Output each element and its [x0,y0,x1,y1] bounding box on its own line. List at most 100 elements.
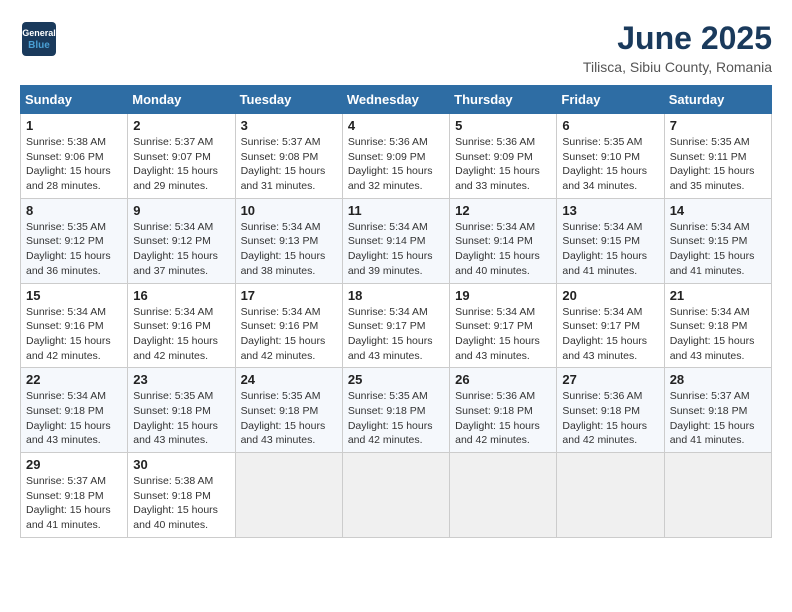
day-number: 14 [670,203,766,218]
calendar-day-7: 7 Sunrise: 5:35 AM Sunset: 9:11 PM Dayli… [664,114,771,199]
calendar-day-15: 15 Sunrise: 5:34 AM Sunset: 9:16 PM Dayl… [21,283,128,368]
day-number: 13 [562,203,658,218]
day-info: Sunrise: 5:34 AM Sunset: 9:12 PM Dayligh… [133,220,229,279]
day-info: Sunrise: 5:34 AM Sunset: 9:17 PM Dayligh… [562,305,658,364]
day-number: 27 [562,372,658,387]
calendar-day-4: 4 Sunrise: 5:36 AM Sunset: 9:09 PM Dayli… [342,114,449,199]
day-info: Sunrise: 5:34 AM Sunset: 9:13 PM Dayligh… [241,220,337,279]
calendar-day-18: 18 Sunrise: 5:34 AM Sunset: 9:17 PM Dayl… [342,283,449,368]
day-info: Sunrise: 5:37 AM Sunset: 9:08 PM Dayligh… [241,135,337,194]
calendar-day-9: 9 Sunrise: 5:34 AM Sunset: 9:12 PM Dayli… [128,198,235,283]
logo-icon: General Blue [20,20,58,58]
calendar-week-row: 1 Sunrise: 5:38 AM Sunset: 9:06 PM Dayli… [21,114,772,199]
header-sunday: Sunday [21,86,128,114]
day-info: Sunrise: 5:35 AM Sunset: 9:18 PM Dayligh… [241,389,337,448]
day-info: Sunrise: 5:34 AM Sunset: 9:18 PM Dayligh… [670,305,766,364]
calendar-table: Sunday Monday Tuesday Wednesday Thursday… [20,85,772,538]
header-monday: Monday [128,86,235,114]
calendar-day-8: 8 Sunrise: 5:35 AM Sunset: 9:12 PM Dayli… [21,198,128,283]
calendar-day-5: 5 Sunrise: 5:36 AM Sunset: 9:09 PM Dayli… [450,114,557,199]
day-info: Sunrise: 5:38 AM Sunset: 9:18 PM Dayligh… [133,474,229,533]
calendar-day-13: 13 Sunrise: 5:34 AM Sunset: 9:15 PM Dayl… [557,198,664,283]
day-number: 21 [670,288,766,303]
calendar-day-22: 22 Sunrise: 5:34 AM Sunset: 9:18 PM Dayl… [21,368,128,453]
calendar-header-row: Sunday Monday Tuesday Wednesday Thursday… [21,86,772,114]
calendar-day-6: 6 Sunrise: 5:35 AM Sunset: 9:10 PM Dayli… [557,114,664,199]
calendar-day-28: 28 Sunrise: 5:37 AM Sunset: 9:18 PM Dayl… [664,368,771,453]
day-info: Sunrise: 5:34 AM Sunset: 9:18 PM Dayligh… [26,389,122,448]
calendar-day-23: 23 Sunrise: 5:35 AM Sunset: 9:18 PM Dayl… [128,368,235,453]
day-info: Sunrise: 5:34 AM Sunset: 9:16 PM Dayligh… [26,305,122,364]
day-info: Sunrise: 5:34 AM Sunset: 9:17 PM Dayligh… [455,305,551,364]
day-info: Sunrise: 5:37 AM Sunset: 9:18 PM Dayligh… [670,389,766,448]
day-number: 26 [455,372,551,387]
day-info: Sunrise: 5:36 AM Sunset: 9:18 PM Dayligh… [455,389,551,448]
page-header: General Blue June 2025 Tilisca, Sibiu Co… [20,20,772,75]
calendar-day-16: 16 Sunrise: 5:34 AM Sunset: 9:16 PM Dayl… [128,283,235,368]
calendar-day-26: 26 Sunrise: 5:36 AM Sunset: 9:18 PM Dayl… [450,368,557,453]
day-number: 6 [562,118,658,133]
calendar-empty-cell [342,453,449,538]
day-number: 4 [348,118,444,133]
day-number: 3 [241,118,337,133]
day-info: Sunrise: 5:35 AM Sunset: 9:10 PM Dayligh… [562,135,658,194]
day-info: Sunrise: 5:35 AM Sunset: 9:18 PM Dayligh… [133,389,229,448]
calendar-day-1: 1 Sunrise: 5:38 AM Sunset: 9:06 PM Dayli… [21,114,128,199]
day-number: 15 [26,288,122,303]
calendar-week-row: 29 Sunrise: 5:37 AM Sunset: 9:18 PM Dayl… [21,453,772,538]
day-number: 19 [455,288,551,303]
header-wednesday: Wednesday [342,86,449,114]
calendar-day-24: 24 Sunrise: 5:35 AM Sunset: 9:18 PM Dayl… [235,368,342,453]
day-info: Sunrise: 5:34 AM Sunset: 9:14 PM Dayligh… [455,220,551,279]
day-number: 16 [133,288,229,303]
day-number: 8 [26,203,122,218]
header-thursday: Thursday [450,86,557,114]
day-number: 20 [562,288,658,303]
day-number: 29 [26,457,122,472]
calendar-day-30: 30 Sunrise: 5:38 AM Sunset: 9:18 PM Dayl… [128,453,235,538]
calendar-empty-cell [557,453,664,538]
calendar-day-29: 29 Sunrise: 5:37 AM Sunset: 9:18 PM Dayl… [21,453,128,538]
day-info: Sunrise: 5:35 AM Sunset: 9:18 PM Dayligh… [348,389,444,448]
day-number: 30 [133,457,229,472]
calendar-empty-cell [235,453,342,538]
day-number: 5 [455,118,551,133]
calendar-day-3: 3 Sunrise: 5:37 AM Sunset: 9:08 PM Dayli… [235,114,342,199]
day-info: Sunrise: 5:35 AM Sunset: 9:11 PM Dayligh… [670,135,766,194]
day-number: 28 [670,372,766,387]
day-number: 22 [26,372,122,387]
header-tuesday: Tuesday [235,86,342,114]
calendar-day-27: 27 Sunrise: 5:36 AM Sunset: 9:18 PM Dayl… [557,368,664,453]
day-info: Sunrise: 5:36 AM Sunset: 9:18 PM Dayligh… [562,389,658,448]
svg-text:Blue: Blue [28,40,50,51]
calendar-week-row: 8 Sunrise: 5:35 AM Sunset: 9:12 PM Dayli… [21,198,772,283]
day-number: 7 [670,118,766,133]
day-info: Sunrise: 5:34 AM Sunset: 9:16 PM Dayligh… [241,305,337,364]
header-friday: Friday [557,86,664,114]
calendar-day-19: 19 Sunrise: 5:34 AM Sunset: 9:17 PM Dayl… [450,283,557,368]
svg-text:General: General [22,28,56,38]
day-info: Sunrise: 5:35 AM Sunset: 9:12 PM Dayligh… [26,220,122,279]
logo: General Blue [20,20,58,58]
day-info: Sunrise: 5:36 AM Sunset: 9:09 PM Dayligh… [455,135,551,194]
calendar-day-2: 2 Sunrise: 5:37 AM Sunset: 9:07 PM Dayli… [128,114,235,199]
calendar-empty-cell [450,453,557,538]
title-block: June 2025 Tilisca, Sibiu County, Romania [583,20,772,75]
calendar-day-11: 11 Sunrise: 5:34 AM Sunset: 9:14 PM Dayl… [342,198,449,283]
day-info: Sunrise: 5:38 AM Sunset: 9:06 PM Dayligh… [26,135,122,194]
day-info: Sunrise: 5:34 AM Sunset: 9:17 PM Dayligh… [348,305,444,364]
day-info: Sunrise: 5:36 AM Sunset: 9:09 PM Dayligh… [348,135,444,194]
day-number: 25 [348,372,444,387]
calendar-day-12: 12 Sunrise: 5:34 AM Sunset: 9:14 PM Dayl… [450,198,557,283]
calendar-empty-cell [664,453,771,538]
calendar-week-row: 22 Sunrise: 5:34 AM Sunset: 9:18 PM Dayl… [21,368,772,453]
day-number: 9 [133,203,229,218]
day-number: 1 [26,118,122,133]
day-number: 2 [133,118,229,133]
day-info: Sunrise: 5:34 AM Sunset: 9:15 PM Dayligh… [562,220,658,279]
day-info: Sunrise: 5:34 AM Sunset: 9:16 PM Dayligh… [133,305,229,364]
location: Tilisca, Sibiu County, Romania [583,59,772,75]
calendar-day-21: 21 Sunrise: 5:34 AM Sunset: 9:18 PM Dayl… [664,283,771,368]
header-saturday: Saturday [664,86,771,114]
calendar-week-row: 15 Sunrise: 5:34 AM Sunset: 9:16 PM Dayl… [21,283,772,368]
